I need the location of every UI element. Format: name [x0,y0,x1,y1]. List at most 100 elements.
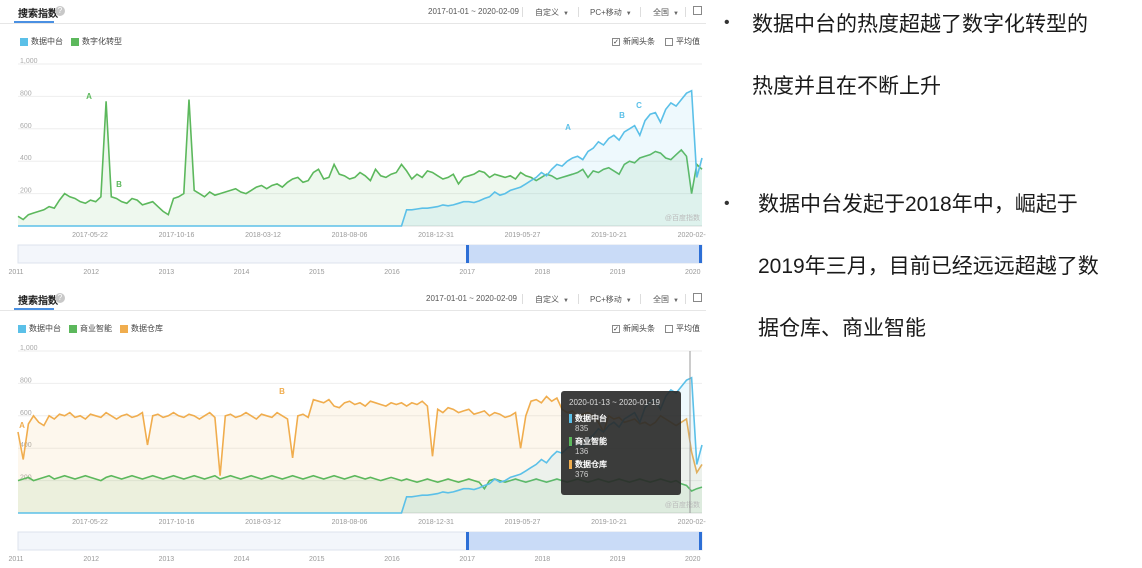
bullet-line: 据仓库、商业智能 [758,317,926,340]
tooltip-item: 数据中台 [569,413,673,424]
tooltip-range: 2020-01-13 ~ 2020-01-19 [569,398,660,407]
annotation-label: B [116,180,122,189]
caret-down-icon: ▼ [673,298,679,304]
divider [640,294,641,304]
bullet-line: 数据中台的热度超越了数字化转型的 [752,13,1088,36]
region-dropdown[interactable]: 全国 ▼ [653,7,679,18]
overview-year-label: 2020 [685,269,701,276]
line-chart-1[interactable]: 1,000 800 600 400 200 2017-05-22 2017-10-16 201… [0,50,706,284]
x-tick-label: 2017-05-22 [72,519,108,526]
legend-item-series-2[interactable]: 商业智能 [69,323,112,334]
help-icon[interactable]: ? [55,293,65,303]
help-icon[interactable]: ? [55,6,65,16]
overview-year-label: 2014 [234,556,250,563]
search-index-panel-1: 搜索指数 ? 2017-01-01 ~ 2020-02-09 自定义 ▼ PC+移… [0,0,706,284]
header-divider [0,23,706,24]
caret-down-icon: ▼ [625,11,632,17]
legend-swatch [120,324,128,333]
caret-down-icon: ▼ [563,298,569,304]
y-tick-label: 200 [20,188,32,195]
annotation-label: B [619,111,625,120]
legend-item-series-1[interactable]: 数据中台 [18,323,61,334]
option-news-headlines[interactable]: ✓ 新闻头条 [612,323,655,334]
divider [578,294,579,304]
external-link-icon[interactable] [693,6,702,15]
header-divider [0,310,706,311]
legend-label: 数字化转型 [82,37,122,46]
x-tick-label: 2018-08-06 [332,519,368,526]
legend-label: 数据中台 [31,37,63,46]
tooltip-swatch [569,437,572,446]
tooltip-item-name: 数据中台 [575,414,607,423]
overview-year-label: 2015 [309,556,325,563]
custom-label: 自定义 [535,8,559,17]
legend-label: 数据仓库 [131,324,163,333]
overview-year-label: 2018 [535,556,551,563]
checkbox-icon[interactable] [665,324,673,333]
tooltip-item-value: 136 [575,447,589,456]
bullet-line: 热度并且在不断上升 [752,75,941,98]
chart-options: ✓ 新闻头条 平均值 [612,323,700,334]
overview-year-label: 2017 [459,556,475,563]
overview-year-label: 2013 [159,556,175,563]
chart-options: ✓ 新闻头条 平均值 [612,36,700,47]
x-tick-label: 2017-05-22 [72,232,108,239]
legend-label: 商业智能 [80,324,112,333]
option-label: 新闻头条 [623,324,655,333]
x-tick-label: 2020-02-03 [678,232,706,239]
legend-item-series-1[interactable]: 数据中台 [20,36,63,47]
external-link-icon[interactable] [693,293,702,302]
device-dropdown[interactable]: PC+移动 ▼ [590,7,632,18]
region-label: 全国 [653,8,669,17]
option-average[interactable]: 平均值 [665,36,700,47]
tooltip-item-name: 商业智能 [575,437,607,446]
overview-handle-left [466,245,469,263]
overview-year-label: 2017 [459,269,475,276]
device-dropdown[interactable]: PC+移动 ▼ [590,294,632,305]
overview-year-label: 2016 [384,556,400,563]
date-range-picker[interactable]: 2017-01-01 ~ 2020-02-09 [428,7,519,16]
legend-swatch [71,37,79,46]
x-tick-label: 2019-05-27 [505,519,541,526]
legend-swatch [69,324,77,333]
y-tick-label: 1,000 [20,58,38,65]
overview-year-label: 2019 [610,269,626,276]
option-label: 平均值 [676,324,700,333]
panel-header: 搜索指数 ? 2017-01-01 ~ 2020-02-09 自定义 ▼ PC+移… [0,287,706,311]
region-label: 全国 [653,295,669,304]
divider [522,7,523,17]
checkbox-icon[interactable] [665,37,673,46]
tooltip-swatch [569,414,572,423]
divider [578,7,579,17]
legend-item-series-3[interactable]: 数据仓库 [120,323,163,334]
checkbox-checked-icon[interactable]: ✓ [612,37,620,46]
overview-handle-right [699,245,702,263]
bullet-line: 数据中台发起于2018年中，崛起于 [758,193,1078,216]
overview-year-label: 2013 [159,269,175,276]
divider [685,7,686,17]
y-tick-label: 600 [20,123,32,130]
divider [640,7,641,17]
checkbox-checked-icon[interactable]: ✓ [612,324,620,333]
chart-legend: 数据中台 商业智能 数据仓库 [18,323,163,334]
region-dropdown[interactable]: 全国 ▼ [653,294,679,305]
custom-dropdown[interactable]: 自定义 ▼ [535,294,569,305]
custom-dropdown[interactable]: 自定义 ▼ [535,7,569,18]
tooltip-swatch [569,460,572,469]
option-average[interactable]: 平均值 [665,323,700,334]
option-news-headlines[interactable]: ✓ 新闻头条 [612,36,655,47]
date-range-picker[interactable]: 2017-01-01 ~ 2020-02-09 [426,294,517,303]
x-tick-label: 2018-03-12 [245,232,281,239]
tooltip-item: 商业智能 [569,436,673,447]
device-label: PC+移动 [590,295,622,304]
panel-header: 搜索指数 ? 2017-01-01 ~ 2020-02-09 自定义 ▼ PC+移… [0,0,706,24]
x-tick-label: 2019-10-21 [591,232,627,239]
bullet-text-area: • 数据中台的热度超越了数字化转型的 热度并且在不断上升 • 数据中台发起于20… [718,0,1142,568]
annotation-label: A [86,92,92,101]
device-label: PC+移动 [590,8,622,17]
y-tick-label: 1,000 [20,345,38,352]
legend-item-series-2[interactable]: 数字化转型 [71,36,122,47]
x-tick-label: 2018-12-31 [418,519,454,526]
divider [522,294,523,304]
panel-title: 搜索指数 [18,9,58,20]
